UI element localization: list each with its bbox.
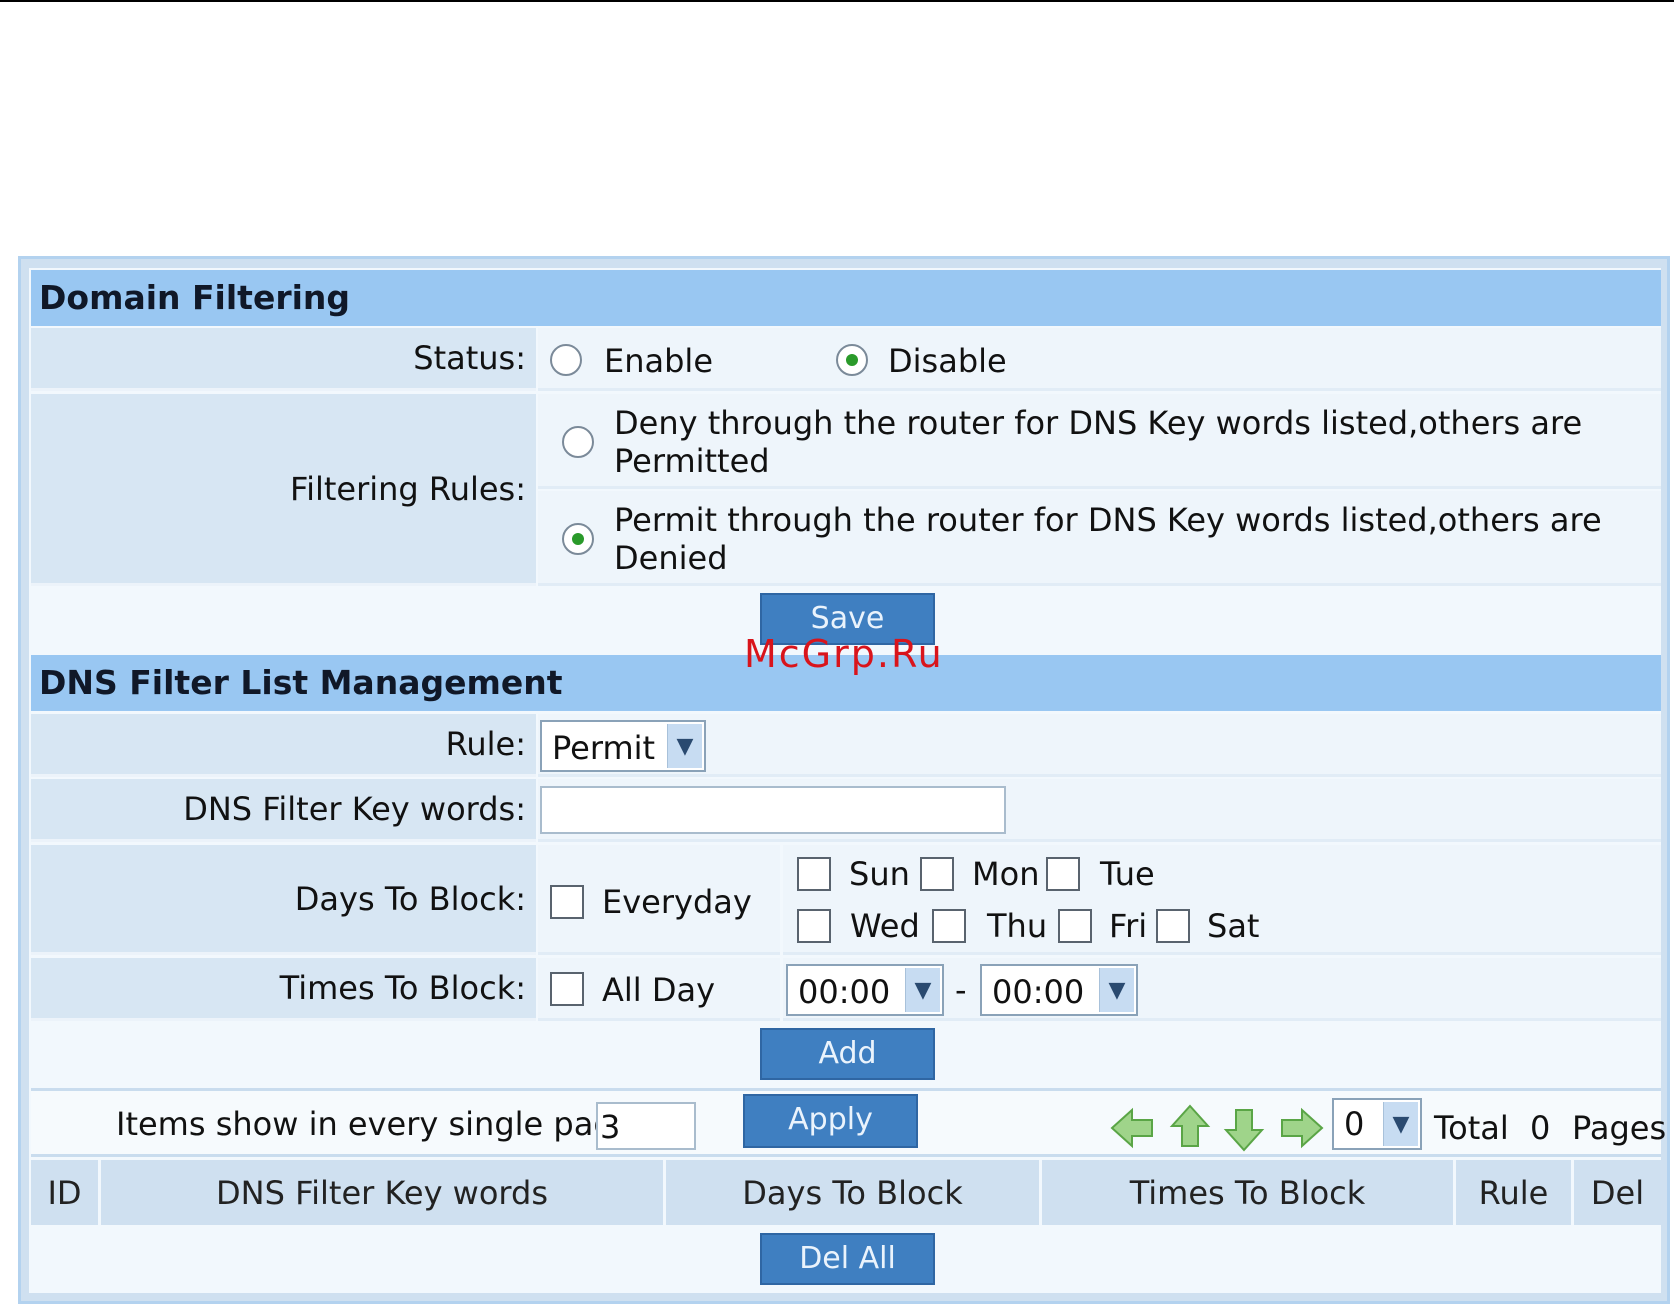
top-rule [0,0,1674,2]
tue-checkbox[interactable] [1046,857,1080,891]
items-per-page-label: Items show in every single page [116,1105,634,1143]
time-separator: - [955,971,967,1009]
rule-select[interactable]: Permit ▼ [540,720,706,772]
domain-filtering-header: Domain Filtering [31,270,1661,326]
total-value: 0 [1530,1109,1551,1147]
sat-label: Sat [1207,907,1260,945]
fri-label: Fri [1109,907,1148,945]
pages-label: Pages [1572,1109,1667,1147]
chevron-down-icon: ▼ [1383,1102,1418,1146]
status-disable-label: Disable [888,342,1007,380]
keywords-input[interactable] [540,786,1006,834]
rule-deny-row: Deny through the router for DNS Key word… [538,394,1661,489]
wed-checkbox[interactable] [797,909,831,943]
page-select[interactable]: 0 ▼ [1332,1098,1422,1150]
rule-deny-text-line1: Deny through the router for DNS Key word… [614,404,1583,442]
first-page-icon[interactable] [1110,1106,1156,1150]
sat-checkbox[interactable] [1156,909,1190,943]
sun-checkbox[interactable] [797,857,831,891]
thu-label: Thu [987,907,1048,945]
rule-deny-radio[interactable] [562,426,594,458]
tue-label: Tue [1100,855,1155,893]
everyday-label: Everyday [602,883,752,921]
days-cell: Sun Mon Tue Wed Thu Fri Sat [783,845,1661,955]
col-keywords: DNS Filter Key words [101,1160,666,1225]
rule-permit-text-line1: Permit through the router for DNS Key wo… [614,501,1602,539]
fri-checkbox[interactable] [1058,909,1092,943]
items-per-page-value: 3 [600,1108,621,1146]
rule-permit-radio[interactable] [562,523,594,555]
total-label: Total [1434,1109,1509,1147]
thu-checkbox[interactable] [932,909,966,943]
add-button[interactable]: Add [760,1028,935,1080]
col-rule: Rule [1456,1160,1574,1225]
mon-checkbox[interactable] [920,857,954,891]
chevron-down-icon: ▼ [667,724,702,768]
col-times: Times To Block [1042,1160,1456,1225]
status-disable-radio[interactable] [836,344,868,376]
col-id: ID [31,1160,101,1225]
status-enable-label: Enable [604,342,713,380]
chevron-down-icon: ▼ [1099,968,1134,1012]
everyday-checkbox[interactable] [550,885,584,919]
last-page-icon[interactable] [1278,1106,1324,1150]
rule-deny-text-line2: Permitted [614,442,770,480]
col-del: Del [1574,1160,1661,1225]
sun-label: Sun [849,855,910,893]
page-select-value: 0 [1344,1105,1365,1143]
rule-select-value: Permit [552,729,656,767]
previous-page-icon[interactable] [1168,1104,1212,1150]
times-label: Times To Block: [31,958,536,1021]
days-label: Days To Block: [31,845,536,955]
status-row: Enable Disable [538,328,1661,391]
status-label: Status: [31,328,536,391]
rule-row [538,714,1661,777]
rule-label: Rule: [31,714,536,777]
rule-permit-text-line2: Denied [614,539,728,577]
rule-permit-row: Permit through the router for DNS Key wo… [538,491,1661,586]
time-to-select[interactable]: 00:00 ▼ [980,964,1138,1016]
filtering-rules-label: Filtering Rules: [31,394,536,586]
mon-label: Mon [972,855,1040,893]
keywords-label: DNS Filter Key words: [31,779,536,842]
time-from-select[interactable]: 00:00 ▼ [786,964,944,1016]
allday-cell: All Day [538,958,780,1021]
chevron-down-icon: ▼ [905,968,940,1012]
col-days: Days To Block [666,1160,1042,1225]
apply-button[interactable]: Apply [743,1094,918,1148]
allday-label: All Day [602,971,716,1009]
time-to-value: 00:00 [992,973,1085,1011]
wed-label: Wed [850,907,920,945]
del-all-button[interactable]: Del All [760,1233,935,1285]
watermark: McGrp.Ru [744,632,944,676]
allday-checkbox[interactable] [550,972,584,1006]
everyday-cell: Everyday [538,845,780,955]
time-from-value: 00:00 [798,973,891,1011]
next-page-icon[interactable] [1222,1106,1266,1152]
status-enable-radio[interactable] [550,344,582,376]
items-per-page-input[interactable]: 3 [596,1102,696,1150]
